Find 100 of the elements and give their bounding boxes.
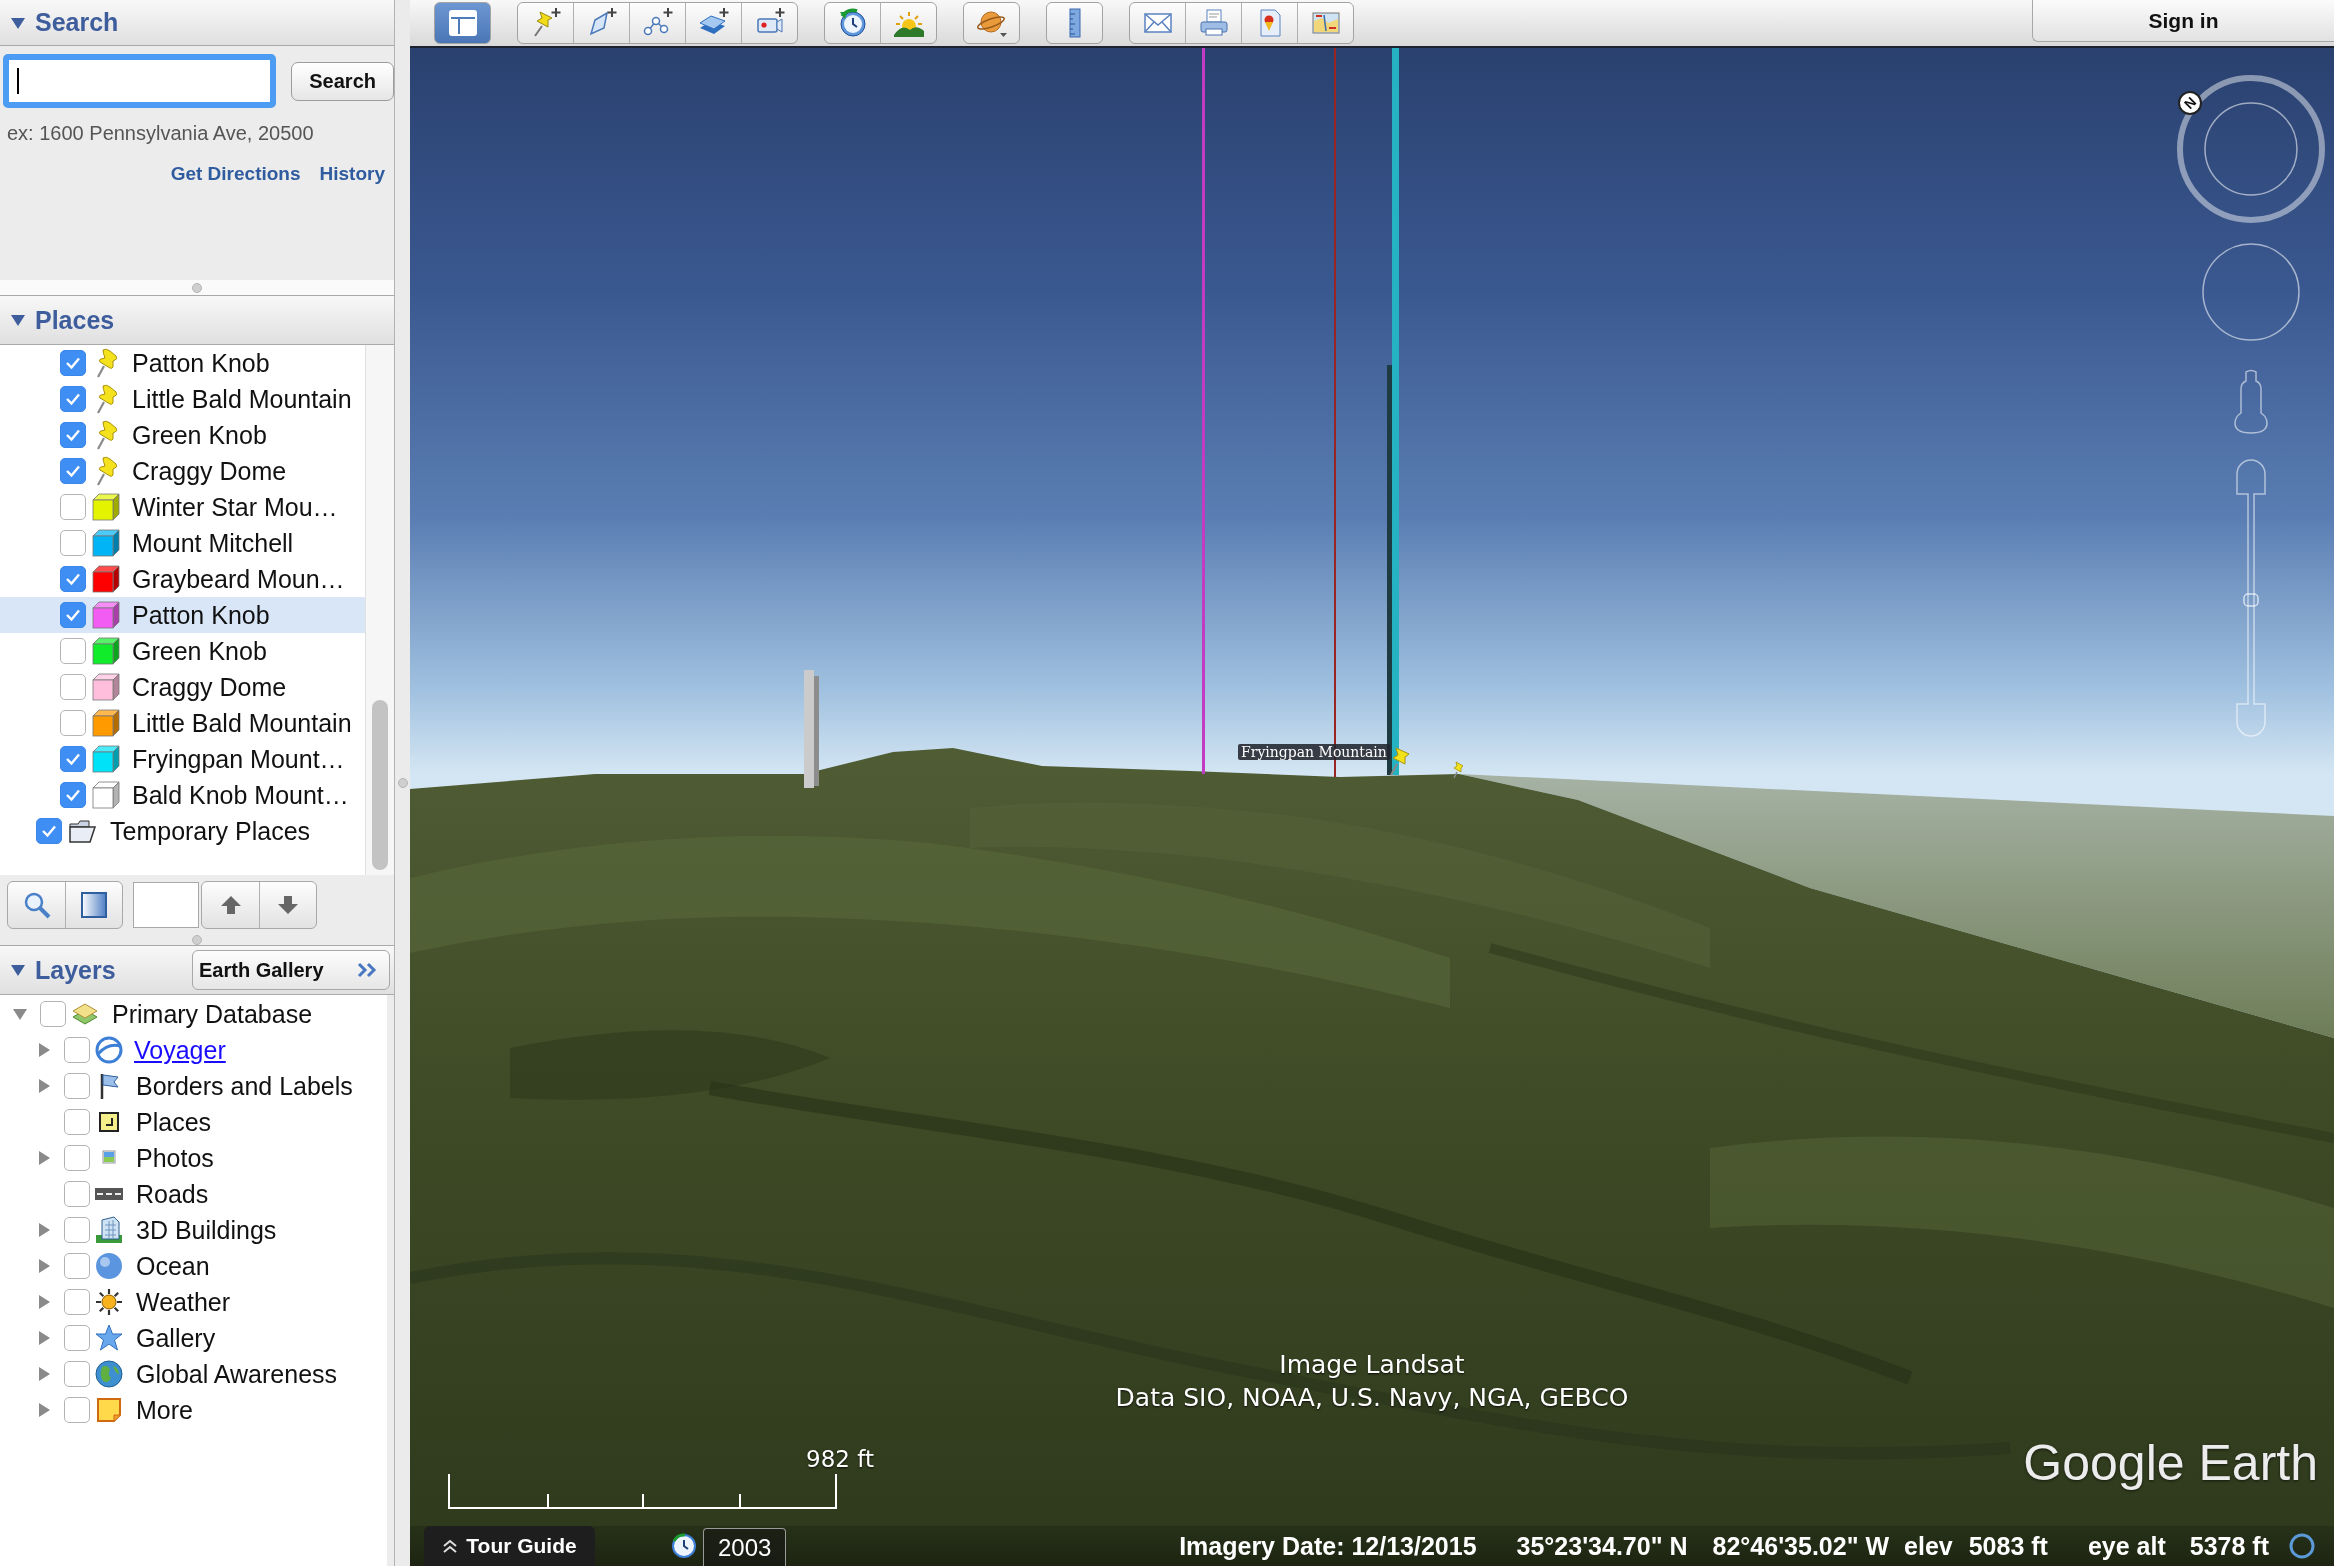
place-item[interactable]: Patton Knob <box>0 597 366 633</box>
checkbox[interactable] <box>40 1001 66 1027</box>
place-item[interactable]: Winter Star Mou… <box>0 489 366 525</box>
layer-link[interactable]: Voyager <box>134 1035 226 1065</box>
checkbox[interactable] <box>64 1397 90 1423</box>
layer-item[interactable]: 3D Buildings <box>0 1212 387 1248</box>
place-item[interactable]: Craggy Dome <box>0 453 366 489</box>
disclosure-triangle-icon[interactable] <box>10 962 26 978</box>
disclosure-triangle-icon[interactable] <box>36 1330 52 1346</box>
layer-item[interactable]: Borders and Labels <box>0 1068 387 1104</box>
place-item[interactable]: Green Knob <box>0 417 366 453</box>
panel-header[interactable]: Places <box>0 295 394 345</box>
checkbox[interactable] <box>64 1253 90 1279</box>
place-item[interactable]: Patton Knob <box>0 345 366 381</box>
disclosure-triangle-icon[interactable] <box>36 1258 52 1274</box>
scroll-track[interactable] <box>365 345 394 875</box>
panel-title: Layers <box>35 955 116 985</box>
disclosure-triangle-icon[interactable] <box>36 1294 52 1310</box>
layer-item[interactable]: Primary Database <box>0 996 387 1032</box>
place-item[interactable]: Temporary Places <box>0 813 366 849</box>
layer-item[interactable]: Roads <box>0 1176 387 1212</box>
layer-item[interactable]: Places <box>0 1104 387 1140</box>
checkbox[interactable] <box>64 1289 90 1315</box>
checkbox[interactable] <box>60 602 86 628</box>
place-item[interactable]: Little Bald Mountain <box>0 381 366 417</box>
year-display[interactable]: 2003 <box>703 1528 787 1566</box>
disclosure-triangle-icon[interactable] <box>36 1366 52 1382</box>
checkbox[interactable] <box>60 458 86 484</box>
places-filter-field[interactable] <box>133 882 199 928</box>
disclosure-triangle-icon[interactable] <box>36 1078 52 1094</box>
checkbox[interactable] <box>60 494 86 520</box>
checkbox[interactable] <box>64 1109 90 1135</box>
search-button[interactable]: Search <box>291 61 394 101</box>
splitter-grip-icon[interactable] <box>397 778 408 788</box>
tour-guide-button[interactable]: Tour Guide <box>424 1526 595 1566</box>
panel-header[interactable]: Layers Earth Gallery <box>0 945 394 995</box>
place-item[interactable]: Fryingpan Mount… <box>0 741 366 777</box>
place-item[interactable]: Little Bald Mountain <box>0 705 366 741</box>
sign-in-button[interactable]: Sign in <box>2032 0 2334 42</box>
panel-header[interactable]: Search <box>0 0 394 46</box>
layer-item[interactable]: Ocean <box>0 1248 387 1284</box>
history-link[interactable]: History <box>319 163 385 185</box>
checkbox[interactable] <box>60 422 86 448</box>
layer-item[interactable]: Voyager <box>0 1032 387 1068</box>
look-control[interactable] <box>2176 74 2326 224</box>
placemark-label: Fryingpan Mountain <box>1238 744 1390 760</box>
checkbox[interactable] <box>60 350 86 376</box>
checkbox[interactable] <box>60 386 86 412</box>
earth-gallery-button[interactable]: Earth Gallery <box>192 950 390 990</box>
move-control[interactable] <box>2201 242 2301 342</box>
scroll-thumb[interactable] <box>372 700 389 870</box>
disclosure-triangle-icon[interactable] <box>10 312 26 328</box>
place-item[interactable]: Graybeard Moun… <box>0 561 366 597</box>
checkbox[interactable] <box>64 1325 90 1351</box>
place-item[interactable]: Bald Knob Mount… <box>0 777 366 813</box>
place-item[interactable]: Green Knob <box>0 633 366 669</box>
sidebar-button[interactable] <box>434 2 491 44</box>
checkbox[interactable] <box>60 566 86 592</box>
checkbox[interactable] <box>64 1217 90 1243</box>
pushpin-icon[interactable] <box>1390 747 1410 776</box>
pegman-icon[interactable] <box>2231 369 2271 435</box>
search-field[interactable] <box>3 54 277 108</box>
place-item[interactable]: Craggy Dome <box>0 669 366 705</box>
layer-item[interactable]: Gallery <box>0 1320 387 1356</box>
checkbox[interactable] <box>60 638 86 664</box>
layer-item[interactable]: More <box>0 1392 387 1428</box>
pushpin-icon[interactable] <box>1453 761 1464 779</box>
splitter-grip-icon[interactable] <box>192 282 202 293</box>
zoom-slider[interactable] <box>2233 458 2269 740</box>
disclosure-triangle-icon[interactable] <box>36 1150 52 1166</box>
checkbox[interactable] <box>60 530 86 556</box>
checkbox[interactable] <box>64 1181 90 1207</box>
loading-ring-icon <box>2288 1532 2316 1560</box>
checkbox[interactable] <box>60 710 86 736</box>
note-icon <box>94 1395 124 1425</box>
checkbox[interactable] <box>60 746 86 772</box>
elevation-label: elev <box>1904 1531 1953 1561</box>
checkbox[interactable] <box>60 674 86 700</box>
planets-button[interactable] <box>963 2 1020 44</box>
ruler-button[interactable] <box>1046 2 1103 44</box>
layer-item[interactable]: Global Awareness <box>0 1356 387 1392</box>
disclosure-triangle-icon[interactable] <box>12 1006 28 1022</box>
checkbox[interactable] <box>64 1037 90 1063</box>
checkbox[interactable] <box>60 782 86 808</box>
directions-link[interactable]: Get Directions <box>170 163 301 185</box>
checkbox[interactable] <box>64 1145 90 1171</box>
voyager-ring-icon <box>94 1035 124 1065</box>
disclosure-triangle-icon[interactable] <box>36 1402 52 1418</box>
disclosure-triangle-icon[interactable] <box>36 1222 52 1238</box>
layer-item[interactable]: Weather <box>0 1284 387 1320</box>
clock-icon[interactable] <box>671 1533 697 1559</box>
checkbox[interactable] <box>64 1361 90 1387</box>
checkbox[interactable] <box>36 818 62 844</box>
zoom-slider-thumb[interactable] <box>2243 593 2259 607</box>
map-view[interactable]: Fryingpan Mountain N Image Landsat Data SIO, NOAA, U.S. Navy, NGA, GEBCO 982 ft Google Earth Tour Guide 2003 Imagery Date: 12/13/2015 35°23'34.70" N 82°46'35.02" W elev 5083 ft eye alt 5378 ft <box>410 48 2334 1566</box>
checkbox[interactable] <box>64 1073 90 1099</box>
layer-item[interactable]: Photos <box>0 1140 387 1176</box>
longitude-text: 82°46'35.02" W <box>1712 1531 1890 1561</box>
disclosure-triangle-icon[interactable] <box>36 1042 52 1058</box>
place-item[interactable]: Mount Mitchell <box>0 525 366 561</box>
